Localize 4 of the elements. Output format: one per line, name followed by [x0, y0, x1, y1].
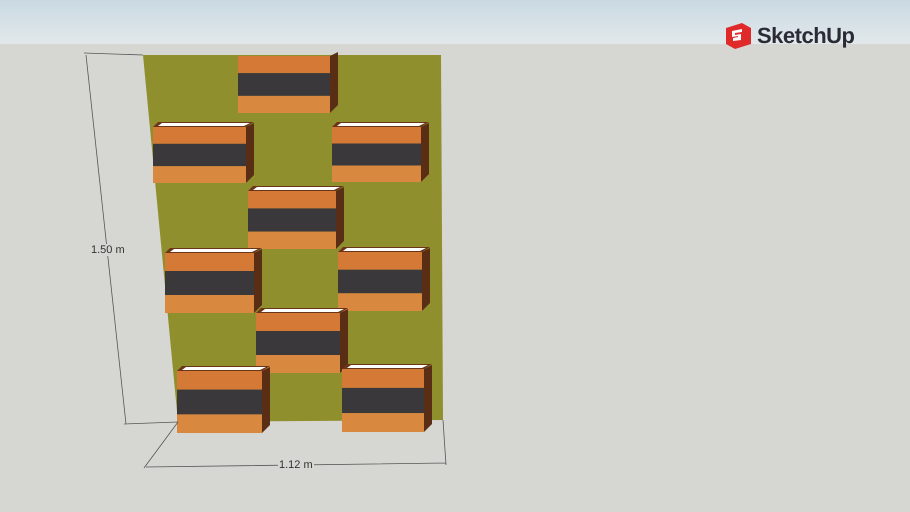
dimension-label: 1.12 m [278, 459, 314, 471]
dimension-label: 1.50 m [90, 244, 126, 256]
logo-icon [724, 22, 752, 50]
logo-text: SketchUp [757, 23, 854, 49]
